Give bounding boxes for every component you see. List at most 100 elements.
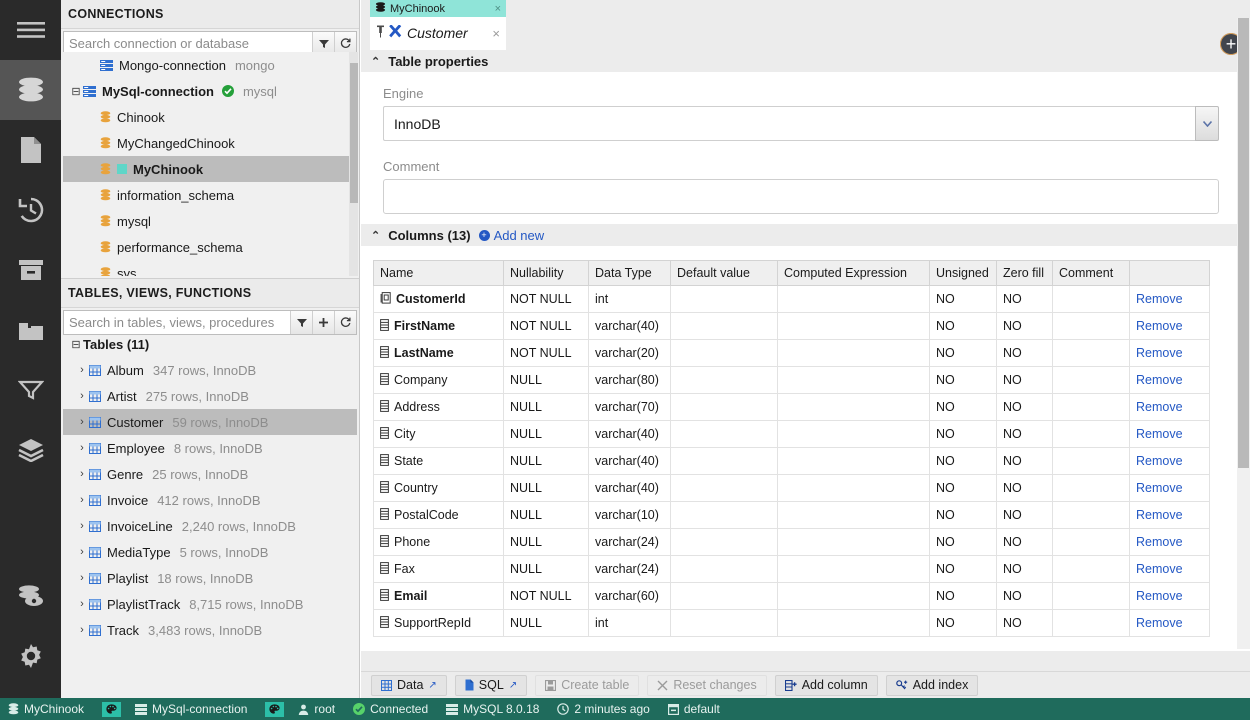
table-list-item[interactable]: › InvoiceLine 2,240 rows, InnoDB [63, 513, 357, 539]
table-list-item[interactable]: › Track 3,483 rows, InnoDB [63, 617, 357, 643]
column-name-cell[interactable]: Fax [373, 555, 504, 583]
table-list-item[interactable]: › Artist 275 rows, InnoDB [63, 383, 357, 409]
columns-table-header-cell[interactable]: Comment [1052, 260, 1130, 286]
connections-scrollbar-track[interactable] [349, 52, 358, 276]
column-unsigned-cell[interactable]: NO [929, 555, 997, 583]
column-comment-cell[interactable] [1052, 582, 1130, 610]
expand-toggle-icon[interactable]: › [75, 390, 89, 402]
chevron-up-icon[interactable]: ⌃ [371, 55, 380, 68]
status-item-mysql-8-0-18[interactable]: MySQL 8.0.18 [446, 702, 549, 716]
column-datatype-cell[interactable]: varchar(80) [588, 366, 671, 394]
column-zerofill-cell[interactable]: NO [996, 474, 1053, 502]
column-unsigned-cell[interactable]: NO [929, 447, 997, 475]
tables-group-header[interactable]: ⊟ Tables (11) [63, 331, 357, 357]
column-zerofill-cell[interactable]: NO [996, 528, 1053, 556]
column-nullability-cell[interactable]: NULL [503, 555, 589, 583]
column-zerofill-cell[interactable]: NO [996, 447, 1053, 475]
column-comment-cell[interactable] [1052, 555, 1130, 583]
column-nullability-cell[interactable]: NULL [503, 609, 589, 637]
column-datatype-cell[interactable]: varchar(60) [588, 582, 671, 610]
column-datatype-cell[interactable]: varchar(20) [588, 339, 671, 367]
database-icon[interactable] [0, 60, 61, 120]
column-computed-cell[interactable] [777, 339, 930, 367]
table-properties-section-header[interactable]: ⌃ Table properties [361, 50, 1250, 72]
column-name-cell[interactable]: City [373, 420, 504, 448]
remove-column-link[interactable]: Remove [1136, 400, 1183, 414]
column-unsigned-cell[interactable]: NO [929, 393, 997, 421]
table-list-item[interactable]: › Customer 59 rows, InnoDB [63, 409, 357, 435]
remove-column-link[interactable]: Remove [1136, 589, 1183, 603]
column-comment-cell[interactable] [1052, 474, 1130, 502]
columns-table-header-cell[interactable] [1129, 260, 1210, 286]
column-name-cell[interactable]: CustomerId [373, 285, 504, 313]
status-item-mysql-connection[interactable]: MySql-connection [135, 702, 257, 716]
columns-table-header-cell[interactable]: Data Type [588, 260, 671, 286]
remove-column-link[interactable]: Remove [1136, 535, 1183, 549]
column-default-cell[interactable] [670, 528, 778, 556]
toolbar-data-button[interactable]: Data ↗ [371, 674, 447, 696]
column-comment-cell[interactable] [1052, 420, 1130, 448]
column-computed-cell[interactable] [777, 555, 930, 583]
remove-column-link[interactable]: Remove [1136, 292, 1183, 306]
db-view-icon[interactable] [0, 566, 61, 626]
column-nullability-cell[interactable]: NOT NULL [503, 582, 589, 610]
menu-icon[interactable] [0, 0, 61, 60]
columns-table-header-cell[interactable]: Unsigned [929, 260, 997, 286]
column-name-cell[interactable]: Company [373, 366, 504, 394]
column-name-cell[interactable]: Address [373, 393, 504, 421]
column-computed-cell[interactable] [777, 582, 930, 610]
column-name-cell[interactable]: SupportRepId [373, 609, 504, 637]
column-datatype-cell[interactable]: varchar(24) [588, 528, 671, 556]
remove-column-link[interactable]: Remove [1136, 616, 1183, 630]
comment-input[interactable] [383, 179, 1219, 214]
column-default-cell[interactable] [670, 285, 778, 313]
palette-icon[interactable] [102, 701, 122, 717]
column-zerofill-cell[interactable]: NO [996, 555, 1053, 583]
column-datatype-cell[interactable]: varchar(40) [588, 447, 671, 475]
archive-icon[interactable] [0, 240, 61, 300]
column-default-cell[interactable] [670, 447, 778, 475]
pin-icon[interactable] [376, 25, 385, 41]
column-datatype-cell[interactable]: varchar(70) [588, 393, 671, 421]
connection-tree-item[interactable]: performance_schema [63, 234, 357, 260]
column-unsigned-cell[interactable]: NO [929, 339, 997, 367]
column-name-cell[interactable]: Country [373, 474, 504, 502]
table-row[interactable]: Phone NULL varchar(24) NO NO Remove [373, 528, 1210, 556]
table-row[interactable]: Fax NULL varchar(24) NO NO Remove [373, 555, 1210, 583]
main-scrollbar-track[interactable] [1237, 18, 1250, 649]
column-default-cell[interactable] [670, 366, 778, 394]
remove-column-link[interactable]: Remove [1136, 427, 1183, 441]
close-icon[interactable]: × [492, 26, 500, 41]
column-zerofill-cell[interactable]: NO [996, 609, 1053, 637]
main-scrollbar-thumb[interactable] [1238, 18, 1249, 468]
close-icon[interactable]: × [495, 3, 501, 15]
column-computed-cell[interactable] [777, 285, 930, 313]
column-zerofill-cell[interactable]: NO [996, 393, 1053, 421]
column-datatype-cell[interactable]: varchar(40) [588, 474, 671, 502]
column-name-cell[interactable]: FirstName [373, 312, 504, 340]
remove-column-link[interactable]: Remove [1136, 346, 1183, 360]
column-default-cell[interactable] [670, 501, 778, 529]
column-unsigned-cell[interactable]: NO [929, 609, 997, 637]
column-unsigned-cell[interactable]: NO [929, 501, 997, 529]
column-comment-cell[interactable] [1052, 339, 1130, 367]
funnel-icon[interactable] [0, 360, 61, 420]
column-unsigned-cell[interactable]: NO [929, 285, 997, 313]
connection-tree-item[interactable]: MyChangedChinook [63, 130, 357, 156]
column-default-cell[interactable] [670, 582, 778, 610]
expand-toggle-icon[interactable]: › [75, 572, 89, 584]
connection-tree-item[interactable]: MyChinook [63, 156, 357, 182]
column-zerofill-cell[interactable]: NO [996, 312, 1053, 340]
tab-mychinook[interactable]: MyChinook × [370, 0, 506, 17]
connection-tree-item[interactable]: information_schema [63, 182, 357, 208]
column-nullability-cell[interactable]: NULL [503, 528, 589, 556]
layers-icon[interactable] [0, 420, 61, 480]
column-computed-cell[interactable] [777, 312, 930, 340]
toolbar-sql-button[interactable]: SQL ↗ [454, 674, 528, 696]
table-list-item[interactable]: › Album 347 rows, InnoDB [63, 357, 357, 383]
column-unsigned-cell[interactable]: NO [929, 582, 997, 610]
column-nullability-cell[interactable]: NULL [503, 501, 589, 529]
column-computed-cell[interactable] [777, 474, 930, 502]
status-item-mychinook[interactable]: MyChinook [8, 702, 94, 716]
status-item-default[interactable]: default [667, 702, 730, 716]
